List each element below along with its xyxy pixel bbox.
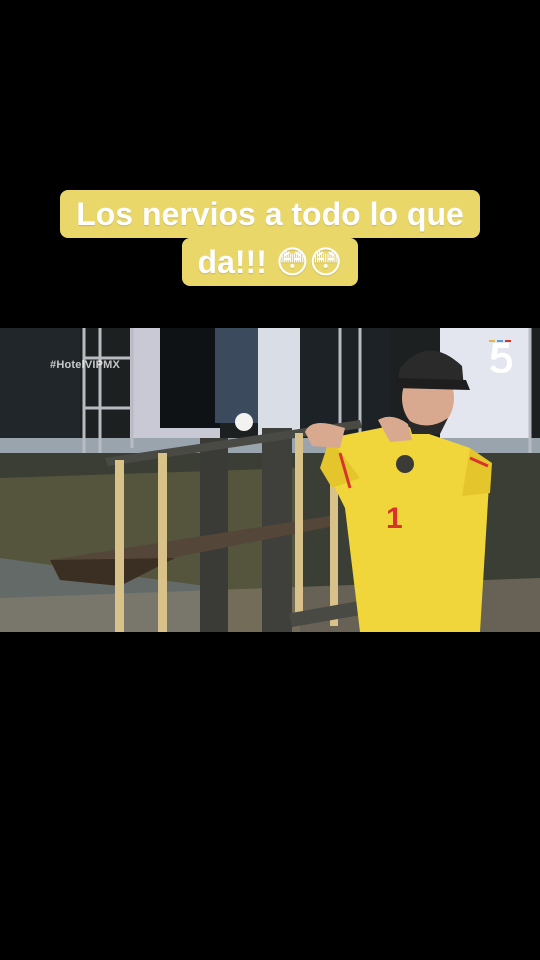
video-player[interactable]: 1 — [0, 328, 540, 632]
channel-5-logo-icon — [487, 340, 515, 376]
hashtag-watermark: #HotelVIPMX — [50, 359, 121, 371]
video-caption: Los nervios a todo lo que da!!! 😳😳 — [0, 190, 540, 286]
svg-text:1: 1 — [386, 502, 403, 535]
caption-line-1: Los nervios a todo lo que — [60, 190, 480, 238]
video-frame: 1 — [0, 328, 540, 632]
caption-line-2: da!!! 😳😳 — [181, 238, 359, 286]
